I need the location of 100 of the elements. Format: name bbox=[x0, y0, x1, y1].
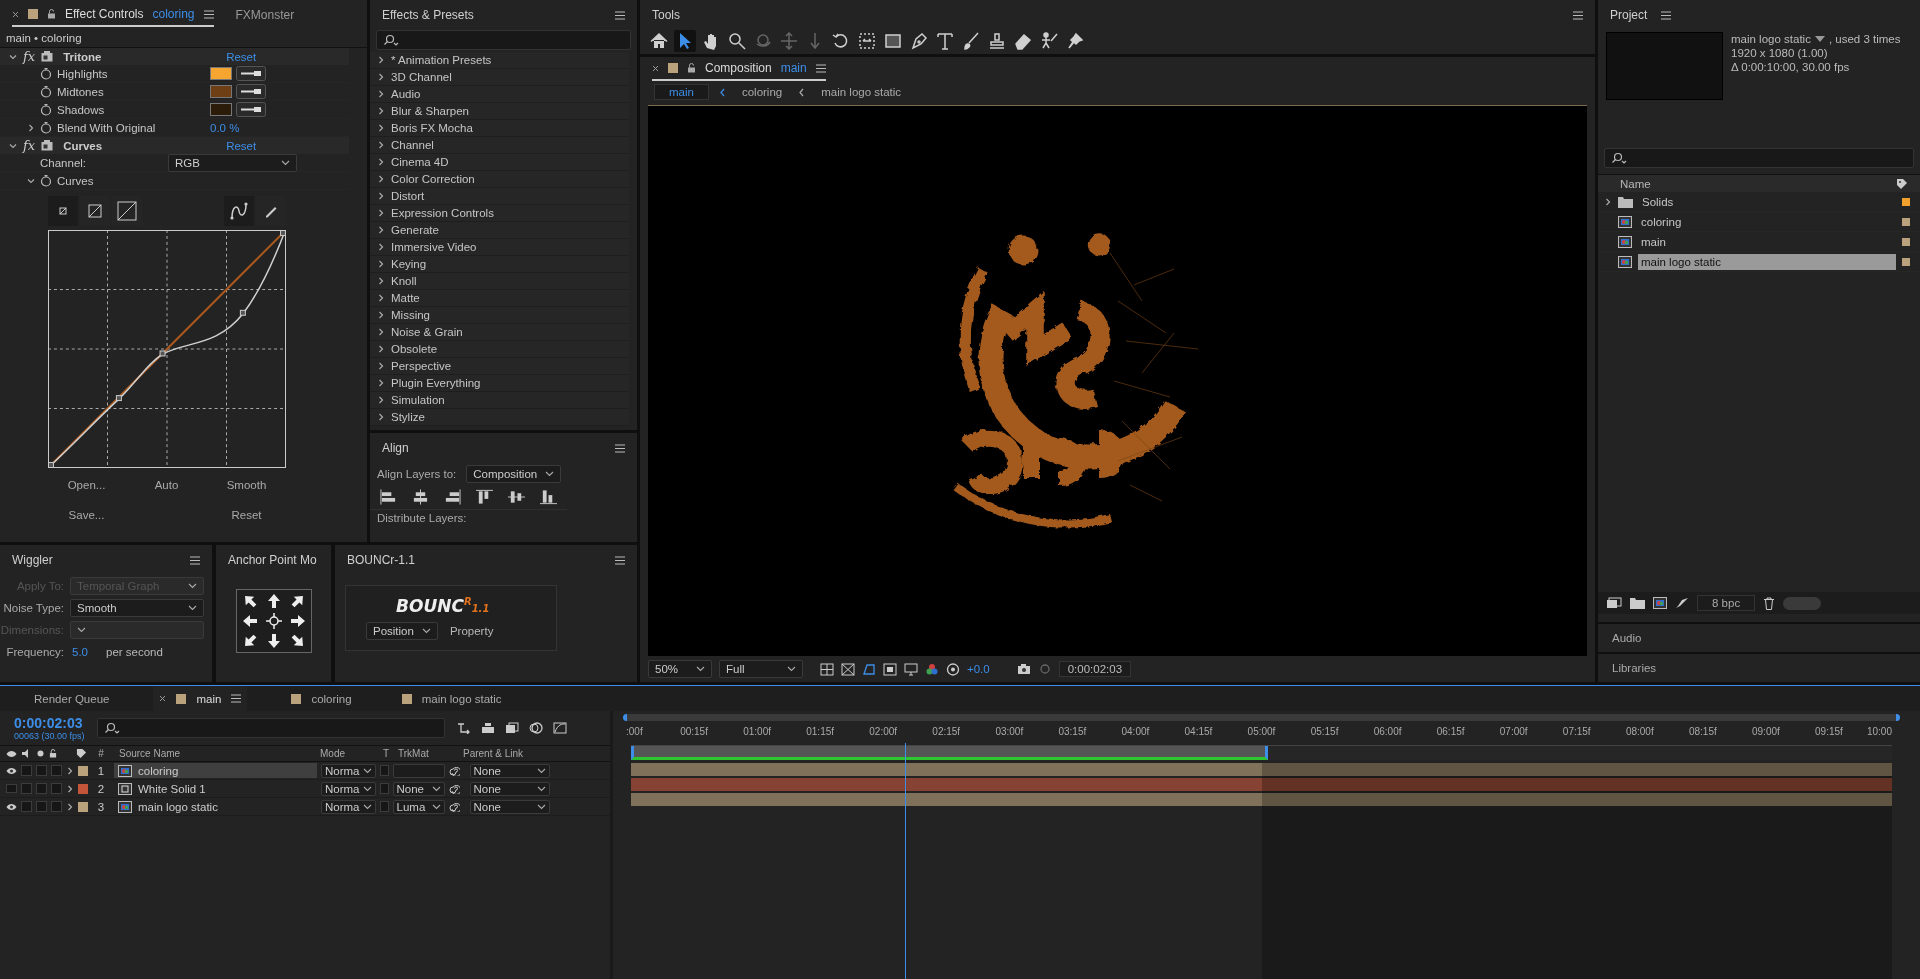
mode-dropdown[interactable]: Norma bbox=[321, 781, 376, 796]
chevron-icon[interactable] bbox=[377, 107, 385, 115]
parent-dropdown[interactable]: None bbox=[469, 799, 550, 814]
eyedropper-icon[interactable] bbox=[236, 102, 266, 117]
chevron-icon[interactable] bbox=[377, 73, 385, 81]
color-swatch[interactable] bbox=[210, 85, 232, 98]
caret-icon[interactable] bbox=[362, 803, 372, 810]
mode-dropdown[interactable]: Norma bbox=[321, 799, 376, 814]
text-tool-icon[interactable] bbox=[934, 30, 956, 52]
layer-name[interactable]: main logo static bbox=[114, 799, 317, 814]
curve-point[interactable] bbox=[280, 230, 286, 236]
chevron-icon[interactable] bbox=[377, 243, 385, 251]
crosshair-icon[interactable] bbox=[264, 612, 283, 630]
chevron-icon[interactable] bbox=[377, 90, 385, 98]
eye-icon[interactable] bbox=[6, 749, 17, 758]
lock-toggle[interactable] bbox=[51, 765, 62, 776]
pick-whip-icon[interactable] bbox=[448, 783, 460, 794]
trash-icon[interactable] bbox=[1763, 596, 1776, 610]
eye-icon[interactable] bbox=[6, 802, 17, 811]
chevron-icon[interactable] bbox=[377, 192, 385, 200]
stopwatch-icon[interactable] bbox=[40, 85, 52, 98]
exposure-icon[interactable] bbox=[946, 662, 960, 676]
search-icon[interactable] bbox=[726, 30, 748, 52]
caret-icon[interactable] bbox=[545, 471, 555, 477]
search-field[interactable] bbox=[1604, 148, 1914, 168]
reset-link[interactable]: Reset bbox=[226, 50, 257, 63]
flowchart-icon[interactable] bbox=[456, 722, 471, 734]
chevron-icon[interactable] bbox=[377, 379, 385, 387]
close-icon[interactable] bbox=[12, 10, 19, 18]
menu-icon[interactable] bbox=[231, 694, 242, 703]
project-item[interactable]: main logo static bbox=[1638, 253, 1896, 270]
solo-toggle[interactable] bbox=[36, 783, 47, 794]
menu-icon[interactable] bbox=[1661, 10, 1672, 20]
small-graph-icon[interactable] bbox=[48, 196, 78, 226]
track-matte-dropdown[interactable]: None bbox=[392, 781, 445, 796]
chevron-icon[interactable] bbox=[377, 362, 385, 370]
transparency-grid-icon[interactable] bbox=[841, 662, 855, 676]
frequency-value[interactable]: 5.0 bbox=[72, 646, 100, 658]
caret-icon[interactable] bbox=[281, 159, 290, 166]
reset-link[interactable]: Reset bbox=[226, 139, 257, 152]
caret-icon[interactable] bbox=[362, 785, 372, 792]
fx-label[interactable]: fx bbox=[23, 138, 36, 153]
chevron-icon[interactable] bbox=[377, 260, 385, 268]
close-icon[interactable] bbox=[159, 695, 167, 702]
chevron-icon[interactable] bbox=[9, 141, 17, 150]
collapsed-panel[interactable]: Audio bbox=[1598, 624, 1920, 652]
mask-icon[interactable] bbox=[862, 662, 876, 676]
chevron-icon[interactable] bbox=[9, 52, 17, 61]
solo-toggle[interactable] bbox=[36, 801, 47, 812]
camera-icon[interactable] bbox=[1016, 663, 1031, 675]
menu-icon[interactable] bbox=[203, 9, 214, 19]
menu-icon[interactable] bbox=[615, 443, 625, 453]
audio-toggle[interactable] bbox=[21, 783, 32, 794]
caret-icon[interactable] bbox=[431, 785, 441, 792]
chevron-icon[interactable] bbox=[377, 328, 385, 336]
chevron-icon[interactable] bbox=[377, 158, 385, 166]
audio-toggle[interactable] bbox=[21, 801, 32, 812]
breadcrumb[interactable]: main bbox=[654, 84, 709, 100]
composition-tab[interactable]: Composition main bbox=[652, 57, 826, 81]
work-area-bar[interactable] bbox=[631, 746, 1268, 760]
breadcrumb[interactable]: main logo static bbox=[815, 85, 908, 99]
chevron-icon[interactable] bbox=[377, 311, 385, 319]
chevron-icon[interactable] bbox=[377, 294, 385, 302]
chevron-icon[interactable] bbox=[377, 175, 385, 183]
pointer-icon[interactable] bbox=[674, 30, 696, 52]
eye-icon[interactable] bbox=[6, 766, 17, 775]
collapsed-panel[interactable]: Libraries bbox=[1598, 654, 1920, 682]
parent-dropdown[interactable]: None bbox=[469, 763, 550, 778]
interpret-footage-icon[interactable] bbox=[1606, 597, 1622, 609]
effect-header[interactable]: fx Curves Reset bbox=[0, 137, 349, 154]
arrow-icon[interactable] bbox=[288, 612, 307, 630]
bezier-curve-icon[interactable] bbox=[224, 196, 254, 226]
solo-dot-icon[interactable] bbox=[37, 750, 44, 757]
menu-icon[interactable] bbox=[615, 10, 625, 20]
caret-icon[interactable] bbox=[536, 767, 546, 774]
color-channels-icon[interactable] bbox=[925, 662, 939, 676]
stopwatch-icon[interactable] bbox=[40, 67, 52, 80]
lock-icon[interactable] bbox=[47, 9, 56, 19]
align-bottom-icon[interactable] bbox=[540, 489, 557, 505]
folder-icon[interactable] bbox=[1630, 597, 1645, 609]
timeline-tab[interactable]: main logo static bbox=[395, 686, 508, 711]
chevron-icon[interactable] bbox=[1604, 197, 1612, 206]
curve-point[interactable] bbox=[48, 462, 54, 468]
lock-toggle[interactable] bbox=[51, 801, 62, 812]
caret-icon[interactable] bbox=[421, 628, 431, 634]
layers-icon[interactable] bbox=[504, 722, 519, 734]
curve-point[interactable] bbox=[159, 350, 166, 357]
timeline-tab[interactable]: main bbox=[153, 686, 248, 711]
search-field[interactable] bbox=[376, 30, 631, 50]
audio-toggle[interactable] bbox=[21, 765, 32, 776]
graph-editor-icon[interactable] bbox=[552, 722, 567, 734]
chevron-icon[interactable] bbox=[377, 56, 385, 64]
stack-icon[interactable] bbox=[480, 722, 495, 734]
slider-track[interactable] bbox=[1783, 596, 1822, 610]
align-right-icon[interactable] bbox=[444, 489, 461, 505]
layer-name[interactable]: coloring bbox=[114, 763, 317, 778]
color-swatch[interactable] bbox=[210, 67, 232, 80]
motion-blur-icon[interactable] bbox=[528, 722, 543, 734]
caret-icon[interactable] bbox=[431, 803, 441, 810]
chevron-icon[interactable] bbox=[377, 277, 385, 285]
